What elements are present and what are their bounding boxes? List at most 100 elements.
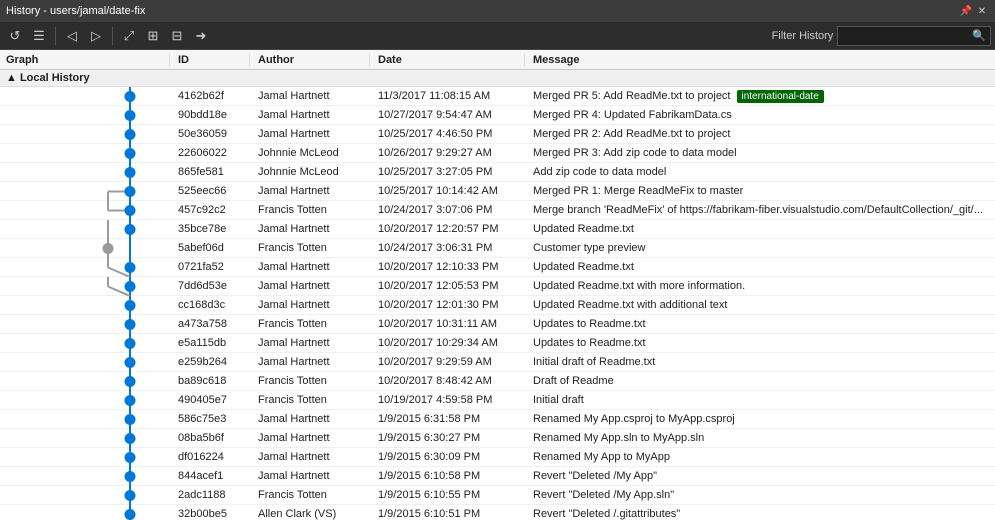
id-cell: 90bdd18e: [170, 109, 250, 121]
graph-cell: [0, 163, 170, 182]
author-cell: Jamal Hartnett: [250, 128, 370, 140]
graph-cell: [0, 296, 170, 315]
rows-container: 4162b62fJamal Hartnett11/3/2017 11:08:15…: [0, 87, 995, 520]
id-cell: ba89c618: [170, 375, 250, 387]
back-button[interactable]: ◁: [61, 25, 83, 47]
table-row[interactable]: e5a115dbJamal Hartnett10/20/2017 10:29:3…: [0, 334, 995, 353]
author-cell: Jamal Hartnett: [250, 109, 370, 121]
message-cell: Revert "Deleted /.gitattributes": [525, 508, 995, 520]
author-cell: Johnnie McLeod: [250, 147, 370, 159]
title-bar-right: 📌 ✕: [959, 4, 989, 18]
graph-cell: [0, 182, 170, 201]
id-cell: 0721fa52: [170, 261, 250, 273]
table-row[interactable]: 586c75e3Jamal Hartnett1/9/2015 6:31:58 P…: [0, 410, 995, 429]
graph-cell: [0, 125, 170, 144]
id-cell: 490405e7: [170, 394, 250, 406]
tag-badge: international-date: [737, 90, 824, 103]
date-cell: 10/20/2017 8:48:42 AM: [370, 375, 525, 387]
list-button[interactable]: ☰: [28, 25, 50, 47]
message-cell: Merge branch 'ReadMeFix' of https://fabr…: [525, 204, 995, 216]
refresh-button[interactable]: ↺: [4, 25, 26, 47]
pin-button[interactable]: 📌: [959, 4, 973, 18]
id-cell: a473a758: [170, 318, 250, 330]
id-cell: 7dd6d53e: [170, 280, 250, 292]
message-cell: Merged PR 1: Merge ReadMeFix to master: [525, 185, 995, 197]
id-cell: 5abef06d: [170, 242, 250, 254]
date-cell: 10/20/2017 10:29:34 AM: [370, 337, 525, 349]
id-cell: e259b264: [170, 356, 250, 368]
id-cell: 35bce78e: [170, 223, 250, 235]
table-row[interactable]: 90bdd18eJamal Hartnett10/27/2017 9:54:47…: [0, 106, 995, 125]
table-row[interactable]: 490405e7Francis Totten10/19/2017 4:59:58…: [0, 391, 995, 410]
forward-button[interactable]: ▷: [85, 25, 107, 47]
author-cell: Jamal Hartnett: [250, 299, 370, 311]
message-cell: Updated Readme.txt with more information…: [525, 280, 995, 292]
graph-cell: [0, 353, 170, 372]
graph-cell: [0, 505, 170, 520]
message-cell: Merged PR 2: Add ReadMe.txt to project: [525, 128, 995, 140]
table-row[interactable]: 7dd6d53eJamal Hartnett10/20/2017 12:05:5…: [0, 277, 995, 296]
graph-cell: [0, 486, 170, 505]
id-cell: 457c92c2: [170, 204, 250, 216]
title-bar: History - users/jamal/date-fix 📌 ✕: [0, 0, 995, 22]
table-row[interactable]: 457c92c2Francis Totten10/24/2017 3:07:06…: [0, 201, 995, 220]
date-cell: 10/19/2017 4:59:58 PM: [370, 394, 525, 406]
table-row[interactable]: 50e36059Jamal Hartnett10/25/2017 4:46:50…: [0, 125, 995, 144]
graph-cell: [0, 239, 170, 258]
title-bar-left: History - users/jamal/date-fix: [6, 5, 145, 17]
id-cell: e5a115db: [170, 337, 250, 349]
table-row[interactable]: 865fe581Johnnie McLeod10/25/2017 3:27:05…: [0, 163, 995, 182]
table-row[interactable]: df016224Jamal Hartnett1/9/2015 6:30:09 P…: [0, 448, 995, 467]
table-row[interactable]: a473a758Francis Totten10/20/2017 10:31:1…: [0, 315, 995, 334]
col-author-header[interactable]: Author: [250, 54, 370, 66]
col-message-header[interactable]: Message: [525, 54, 995, 66]
table-row[interactable]: 5abef06dFrancis Totten10/24/2017 3:06:31…: [0, 239, 995, 258]
table-row[interactable]: ba89c618Francis Totten10/20/2017 8:48:42…: [0, 372, 995, 391]
table-row[interactable]: cc168d3cJamal Hartnett10/20/2017 12:01:3…: [0, 296, 995, 315]
author-cell: Francis Totten: [250, 375, 370, 387]
filter-input[interactable]: [842, 30, 972, 42]
message-cell: Renamed My App.sln to MyApp.sln: [525, 432, 995, 444]
col-date-header[interactable]: Date: [370, 54, 525, 66]
date-cell: 10/20/2017 12:05:53 PM: [370, 280, 525, 292]
table-row[interactable]: 22606022Johnnie McLeod10/26/2017 9:29:27…: [0, 144, 995, 163]
table-row[interactable]: 32b00be5Allen Clark (VS)1/9/2015 6:10:51…: [0, 505, 995, 520]
date-cell: 1/9/2015 6:30:27 PM: [370, 432, 525, 444]
date-cell: 1/9/2015 6:10:55 PM: [370, 489, 525, 501]
table-row[interactable]: 2adc1188Francis Totten1/9/2015 6:10:55 P…: [0, 486, 995, 505]
filter3-button[interactable]: ➜: [190, 25, 212, 47]
message-cell: Updated Readme.txt: [525, 261, 995, 273]
id-cell: 4162b62f: [170, 90, 250, 102]
filter1-button[interactable]: ⊞: [142, 25, 164, 47]
graph-cell: [0, 429, 170, 448]
graph-cell: [0, 220, 170, 239]
message-cell: Draft of Readme: [525, 375, 995, 387]
table-row[interactable]: 4162b62fJamal Hartnett11/3/2017 11:08:15…: [0, 87, 995, 106]
table-row[interactable]: e259b264Jamal Hartnett10/20/2017 9:29:59…: [0, 353, 995, 372]
graph-cell: [0, 315, 170, 334]
table-row[interactable]: 844acef1Jamal Hartnett1/9/2015 6:10:58 P…: [0, 467, 995, 486]
date-cell: 11/3/2017 11:08:15 AM: [370, 90, 525, 102]
message-cell: Renamed My App.csproj to MyApp.csproj: [525, 413, 995, 425]
date-cell: 10/20/2017 12:20:57 PM: [370, 223, 525, 235]
col-id-header[interactable]: ID: [170, 54, 250, 66]
toggle-button[interactable]: ⤢: [118, 25, 140, 47]
col-graph-header[interactable]: Graph: [0, 54, 170, 66]
close-button[interactable]: ✕: [975, 4, 989, 18]
date-cell: 10/25/2017 10:14:42 AM: [370, 185, 525, 197]
author-cell: Francis Totten: [250, 318, 370, 330]
table-row[interactable]: 08ba5b6fJamal Hartnett1/9/2015 6:30:27 P…: [0, 429, 995, 448]
message-cell: Updated Readme.txt: [525, 223, 995, 235]
table-row[interactable]: 35bce78eJamal Hartnett10/20/2017 12:20:5…: [0, 220, 995, 239]
section-header[interactable]: ▲ Local History: [0, 70, 995, 87]
message-cell: Merged PR 3: Add zip code to data model: [525, 147, 995, 159]
filter2-button[interactable]: ⊟: [166, 25, 188, 47]
filter-label: Filter History: [772, 30, 834, 42]
author-cell: Jamal Hartnett: [250, 413, 370, 425]
message-cell: Updates to Readme.txt: [525, 318, 995, 330]
table-row[interactable]: 525eec66Jamal Hartnett10/25/2017 10:14:4…: [0, 182, 995, 201]
separator-2: [112, 27, 113, 45]
message-cell: Initial draft of Readme.txt: [525, 356, 995, 368]
author-cell: Jamal Hartnett: [250, 185, 370, 197]
table-row[interactable]: 0721fa52Jamal Hartnett10/20/2017 12:10:3…: [0, 258, 995, 277]
